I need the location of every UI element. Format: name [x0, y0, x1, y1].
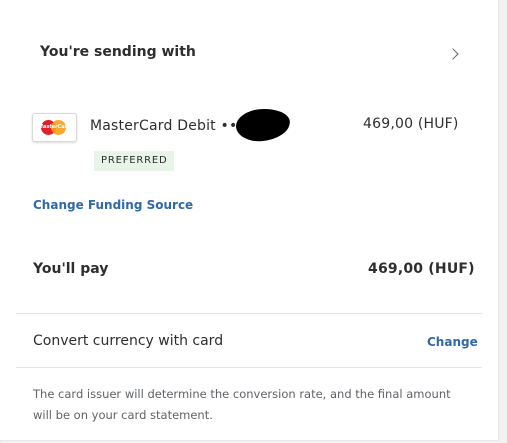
- card-amount: 469,00 (HUF): [363, 116, 459, 132]
- divider-bottom: [16, 367, 482, 368]
- change-funding-source-link[interactable]: Change Funding Source: [33, 198, 193, 212]
- you-pay-label: You'll pay: [33, 261, 109, 277]
- convert-change-link[interactable]: Change: [427, 335, 478, 349]
- preferred-badge: PREFERRED: [94, 151, 175, 171]
- conversion-note: The card issuer will determine the conve…: [33, 387, 451, 422]
- chevron-right-icon[interactable]: [447, 48, 459, 60]
- redacted-card-number: [234, 107, 292, 143]
- convert-currency-label: Convert currency with card: [33, 333, 224, 349]
- sending-with-heading[interactable]: You're sending with: [40, 44, 196, 60]
- you-pay-amount: 469,00 (HUF): [368, 261, 475, 277]
- mastercard-logo-text: MasterCard: [38, 124, 71, 130]
- divider-top: [16, 313, 482, 314]
- mastercard-logo-icon: MasterCard: [32, 113, 77, 142]
- card-name: MasterCard Debit •••: [90, 118, 246, 134]
- payment-panel: You're sending with MasterCard MasterCar…: [0, 0, 499, 441]
